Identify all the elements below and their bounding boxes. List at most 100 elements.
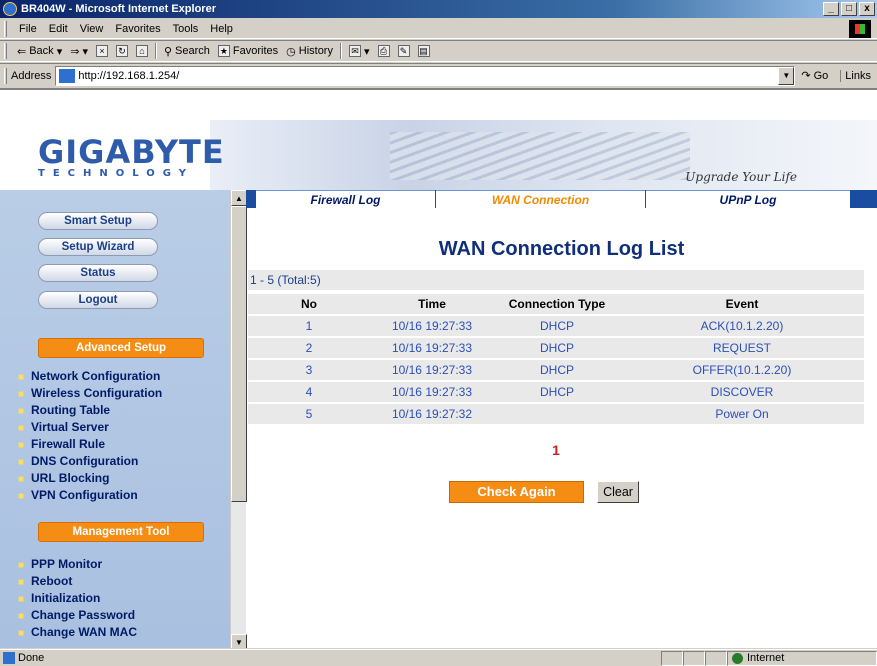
back-button[interactable]: ⇐ Back ▾ [13,45,66,58]
cell-no: 5 [248,404,370,424]
menu-edit[interactable]: Edit [43,23,74,35]
sidebar-item-initialization[interactable]: ■ Initialization [18,590,100,608]
tab-upnp-log[interactable]: UPnP Log [646,190,851,209]
standard-toolbar: ⇐ Back ▾ ⇒ ▾ × ↻ ⌂ ⚲ Search ★ Favorites ◷ Hi… [0,40,877,62]
bullet-icon: ■ [18,457,25,468]
favorites-icon: ★ [217,45,230,57]
cell-type [494,404,620,424]
address-dropdown-icon[interactable]: ▼ [778,66,795,85]
log-table: No Time Connection Type Event 1 10/16 19… [248,292,864,426]
discuss-button[interactable]: ▤ [414,45,434,57]
minimize-button[interactable]: _ [823,2,839,16]
refresh-icon: ↻ [115,45,128,57]
back-arrow-icon: ⇐ [17,45,27,58]
sidebar-item-wireless-configuration[interactable]: ■ Wireless Configuration [18,385,162,403]
cell-no: 4 [248,382,370,402]
sidebar-item-change-wan-mac[interactable]: ■ Change WAN MAC [18,624,137,642]
mail-button[interactable]: ✉ ▾ [345,45,374,58]
forward-arrow-icon: ⇒ [70,45,80,58]
go-arrow-icon: ↷ [801,70,811,82]
favorites-button[interactable]: ★ Favorites [214,45,282,57]
menu-tools[interactable]: Tools [167,23,205,35]
page-icon [59,68,76,83]
clear-button[interactable]: Clear [597,481,639,503]
scroll-up-icon[interactable]: ▲ [231,190,247,206]
column-header-time: Time [370,294,494,314]
column-header-no: No [248,294,370,314]
advanced-setup-header: Advanced Setup [38,338,204,358]
stop-button[interactable]: × [92,45,112,57]
sidebar-item-vpn-configuration[interactable]: ■ VPN Configuration [18,487,138,505]
status-bar: Done Internet [0,649,877,666]
cell-time: 10/16 19:27:33 [370,360,494,380]
print-button[interactable]: ⎙ [374,45,394,57]
tab-firewall-log[interactable]: Firewall Log [256,190,436,209]
page-number-link[interactable]: 1 [246,442,866,458]
internet-globe-icon [732,652,743,664]
address-input[interactable]: http://192.168.1.254/ ▼ [55,65,796,86]
cell-no: 2 [248,338,370,358]
menu-view[interactable]: View [74,23,110,35]
table-row: 4 10/16 19:27:33 DHCP DISCOVER [248,382,864,402]
close-button[interactable]: x [859,2,875,16]
history-button[interactable]: ◷ History [282,45,337,58]
search-button[interactable]: ⚲ Search [160,45,214,58]
forward-button[interactable]: ⇒ ▾ [66,45,92,58]
maximize-button[interactable]: □ [841,2,857,16]
bullet-icon: ■ [18,594,25,605]
cell-type: DHCP [494,316,620,336]
sidebar-item-reboot[interactable]: ■ Reboot [18,573,72,591]
logout-button[interactable]: Logout [38,291,158,309]
toolbar-separator [339,43,342,59]
scroll-down-icon[interactable]: ▼ [231,634,247,648]
gigabyte-logo: GIGABYTE TECHNOLOGY [38,136,225,180]
cell-event: ACK(10.1.2.20) [620,316,864,336]
sidebar-item-url-blocking[interactable]: ■ URL Blocking [18,470,109,488]
menu-file[interactable]: File [13,23,43,35]
go-button[interactable]: ↷ Go [801,69,828,83]
cell-event: OFFER(10.1.2.20) [620,360,864,380]
sidebar-item-firewall-rule[interactable]: ■ Firewall Rule [18,436,105,454]
column-header-connection-type: Connection Type [494,294,620,314]
setup-wizard-button[interactable]: Setup Wizard [38,238,158,256]
refresh-button[interactable]: ↻ [112,45,132,57]
bullet-icon: ■ [18,423,25,434]
log-tabs: Firewall Log WAN Connection UPnP Log [246,190,877,209]
bullet-icon: ■ [18,577,25,588]
sidebar-item-network-configuration[interactable]: ■ Network Configuration [18,368,160,386]
window-title: BR404W - Microsoft Internet Explorer [21,3,216,15]
sidebar-item-ppp-monitor[interactable]: ■ PPP Monitor [18,556,102,574]
sidebar-item-change-password[interactable]: ■ Change Password [18,607,135,625]
cell-time: 10/16 19:27:33 [370,316,494,336]
toolbar-separator [154,43,157,59]
sidebar-item-routing-table[interactable]: ■ Routing Table [18,402,110,420]
scroll-thumb[interactable] [231,206,247,502]
title-bar: BR404W - Microsoft Internet Explorer _ □… [0,0,877,18]
sidebar-item-dns-configuration[interactable]: ■ DNS Configuration [18,453,138,471]
toolbar-grip [4,43,7,59]
links-button[interactable]: Links [840,69,871,82]
smart-setup-button[interactable]: Smart Setup [38,212,158,230]
address-grip [4,67,7,84]
cell-type: DHCP [494,382,620,402]
bullet-icon: ■ [18,440,25,451]
sidebar-scrollbar[interactable]: ▲ ▼ [230,190,247,648]
browser-window: BR404W - Microsoft Internet Explorer _ □… [0,0,877,666]
check-again-button[interactable]: Check Again [449,481,584,503]
menu-favorites[interactable]: Favorites [109,23,166,35]
edit-button[interactable]: ✎ [394,45,414,57]
home-button[interactable]: ⌂ [132,45,152,57]
home-icon: ⌂ [135,45,148,57]
bullet-icon: ■ [18,611,25,622]
cell-time: 10/16 19:27:33 [370,338,494,358]
status-button[interactable]: Status [38,264,158,282]
address-url[interactable]: http://192.168.1.254/ [78,70,179,82]
sidebar-item-virtual-server[interactable]: ■ Virtual Server [18,419,109,437]
bullet-icon: ■ [18,389,25,400]
tab-wan-connection[interactable]: WAN Connection [436,190,646,209]
cell-type: DHCP [494,360,620,380]
cell-event: Power On [620,404,864,424]
menu-help[interactable]: Help [204,23,239,35]
page-content: GIGABYTE TECHNOLOGY Upgrade Your Life Sm… [0,88,877,648]
sidebar: Smart Setup Setup Wizard Status Logout A… [0,190,230,648]
